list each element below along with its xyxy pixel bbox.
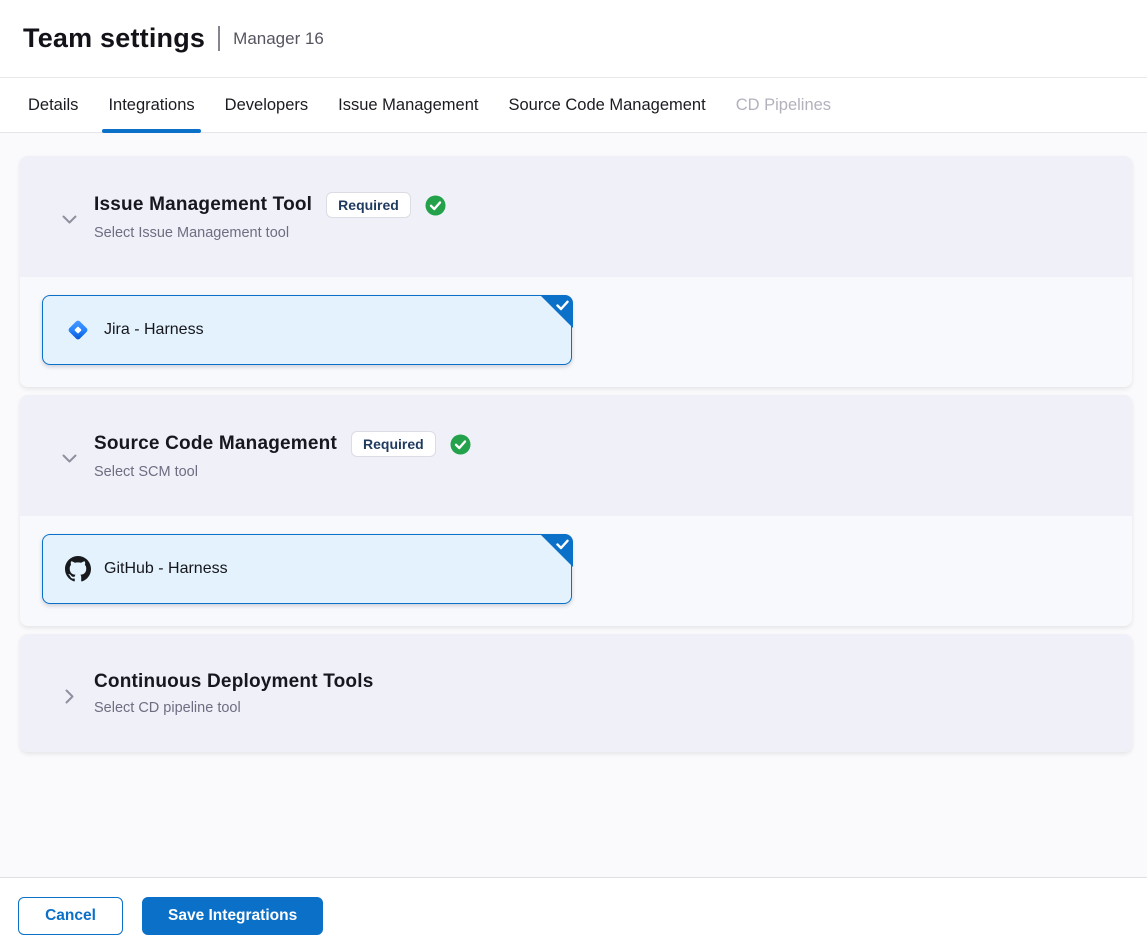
tab-source-code-management[interactable]: Source Code Management: [502, 78, 711, 132]
tool-name: Jira - Harness: [104, 321, 204, 339]
tool-card-jira-harness[interactable]: Jira - Harness: [42, 295, 572, 365]
integrations-content: Issue Management Tool Required Select Is…: [0, 133, 1147, 877]
section-scm-body: GitHub - Harness: [20, 516, 1132, 626]
jira-icon: [65, 317, 91, 343]
required-badge: Required: [326, 192, 411, 218]
section-issue-management-body: Jira - Harness: [20, 277, 1132, 387]
page-subtitle: Manager 16: [233, 29, 324, 49]
action-footer: Cancel Save Integrations: [0, 877, 1147, 952]
completed-check-icon: [425, 195, 446, 216]
selected-check-icon: [540, 295, 573, 328]
team-settings-page: Team settings Manager 16 Details Integra…: [0, 0, 1147, 952]
section-title: Source Code Management: [94, 433, 337, 455]
tab-cd-pipelines: CD Pipelines: [730, 78, 837, 132]
tab-details[interactable]: Details: [22, 78, 84, 132]
title-divider: [218, 26, 220, 51]
save-integrations-button[interactable]: Save Integrations: [142, 897, 323, 935]
tab-issue-management[interactable]: Issue Management: [332, 78, 484, 132]
tool-card-github-harness[interactable]: GitHub - Harness: [42, 534, 572, 604]
tab-integrations[interactable]: Integrations: [102, 78, 200, 132]
chevron-down-icon: [60, 215, 78, 224]
section-issue-management-tool: Issue Management Tool Required Select Is…: [20, 156, 1132, 387]
section-title: Issue Management Tool: [94, 194, 312, 216]
section-scm-header[interactable]: Source Code Management Required Select S…: [20, 395, 1132, 516]
tab-developers[interactable]: Developers: [219, 78, 314, 132]
chevron-right-icon: [60, 689, 78, 704]
required-badge: Required: [351, 431, 436, 457]
completed-check-icon: [450, 434, 471, 455]
section-cd-header[interactable]: Continuous Deployment Tools Select CD pi…: [20, 634, 1132, 752]
section-subtitle: Select CD pipeline tool: [94, 700, 373, 716]
selected-check-icon: [540, 534, 573, 567]
section-subtitle: Select Issue Management tool: [94, 225, 446, 241]
section-issue-management-header[interactable]: Issue Management Tool Required Select Is…: [20, 156, 1132, 277]
tab-bar: Details Integrations Developers Issue Ma…: [0, 78, 1147, 133]
section-continuous-deployment-tools: Continuous Deployment Tools Select CD pi…: [20, 634, 1132, 752]
cancel-button[interactable]: Cancel: [18, 897, 123, 935]
page-title: Team settings: [23, 23, 205, 54]
section-title: Continuous Deployment Tools: [94, 671, 373, 693]
section-subtitle: Select SCM tool: [94, 464, 471, 480]
chevron-down-icon: [60, 454, 78, 463]
section-source-code-management: Source Code Management Required Select S…: [20, 395, 1132, 626]
tool-name: GitHub - Harness: [104, 560, 228, 578]
page-header: Team settings Manager 16: [0, 0, 1147, 78]
github-icon: [65, 556, 91, 582]
